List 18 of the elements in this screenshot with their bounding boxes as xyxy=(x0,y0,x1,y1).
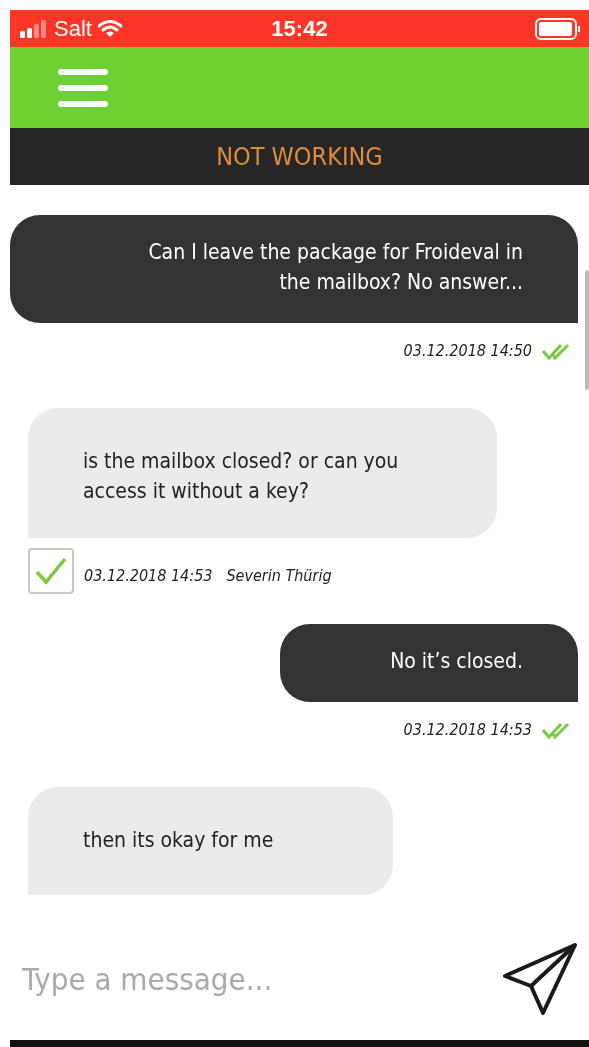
message-input[interactable]: Type a message... xyxy=(20,960,404,998)
timestamp: 03.12.2018 14:50 xyxy=(403,341,532,360)
carrier-name: Salt xyxy=(54,15,92,42)
chat-title: NOT WORKING xyxy=(216,142,383,171)
message-text: No it’s closed. xyxy=(390,648,523,675)
message-text: then its okay for me xyxy=(83,827,275,854)
battery-icon xyxy=(535,17,581,40)
timestamp: 03.12.2018 14:53 xyxy=(403,720,532,739)
sender-name: Severin Thürig xyxy=(226,565,332,585)
wifi-icon xyxy=(97,19,122,38)
send-icon[interactable] xyxy=(503,941,579,1017)
timestamp: 03.12.2018 14:53 xyxy=(84,565,213,585)
checkbox[interactable] xyxy=(28,548,74,594)
clock-time: 15:42 xyxy=(270,15,329,42)
signal-icon xyxy=(20,19,48,38)
message-text: Can I leave the package for Froideval in the mailbox? No answer... xyxy=(147,239,523,296)
message-text: is the mailbox closed? or can you access it without a key? xyxy=(83,448,400,505)
menu-icon[interactable] xyxy=(57,67,109,108)
